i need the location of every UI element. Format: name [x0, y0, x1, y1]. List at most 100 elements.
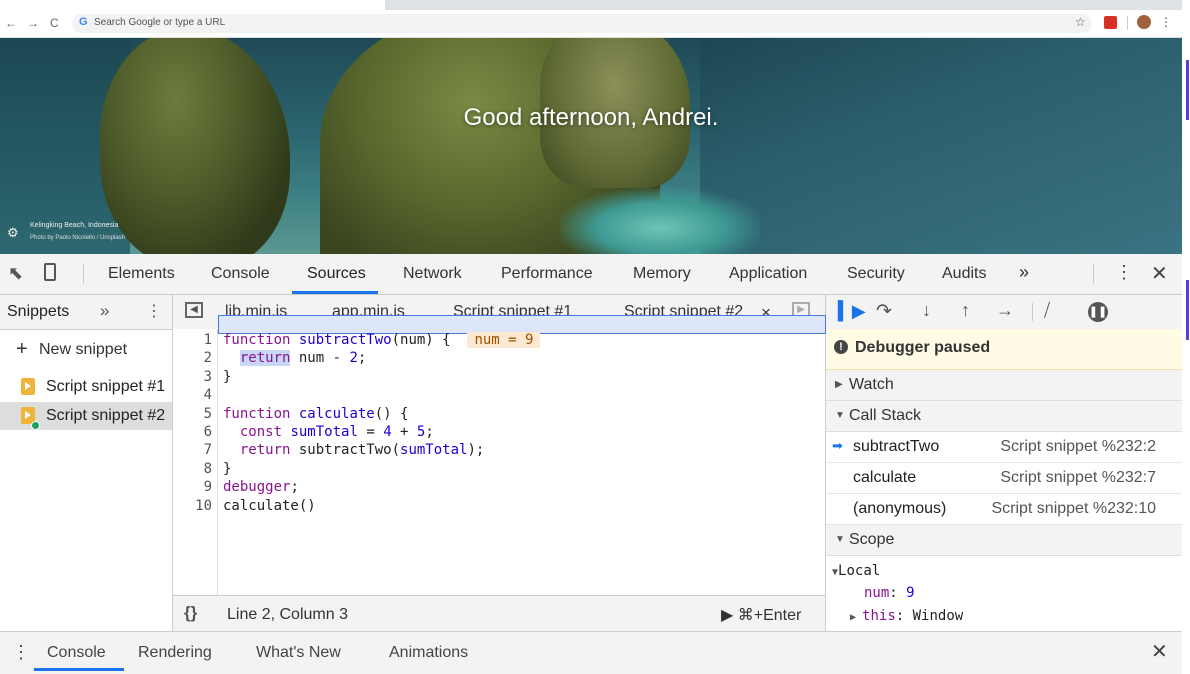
expand-triangle-icon: ▶ [850, 612, 863, 623]
scope-section-header[interactable]: ▼ Scope [826, 525, 1182, 556]
devtools-menu-icon[interactable]: ⋮ [1115, 262, 1133, 283]
extension-icon[interactable] [1104, 16, 1117, 29]
code-line: } [223, 461, 232, 477]
deactivate-breakpoints-icon[interactable]: ⧸ [1044, 300, 1050, 321]
new-snippet-button[interactable]: + New snippet [0, 338, 172, 362]
tab-elements[interactable]: Elements [108, 265, 175, 283]
new-tab-background: Good afternoon, Andrei. ⚙ Kelingking Bea… [0, 38, 1182, 254]
omnibox[interactable]: G Search Google or type a URL [72, 14, 1092, 33]
close-devtools-icon[interactable]: ✕ [1151, 261, 1168, 286]
plus-icon: + [16, 338, 28, 360]
bookmark-star-icon[interactable]: ☆ [1075, 15, 1086, 29]
line-number[interactable]: 10 [195, 498, 212, 514]
photo-credit[interactable]: Photo by Paolo Nicolello / Unsplash [30, 235, 125, 241]
collapse-triangle-icon: ▼ [835, 534, 845, 545]
line-number[interactable]: 8 [204, 461, 212, 477]
browser-menu-icon[interactable]: ⋮ [1160, 15, 1172, 29]
frame-function: subtractTwo [853, 438, 940, 455]
line-number[interactable]: 2 [204, 350, 212, 366]
tab-console[interactable]: Console [211, 265, 270, 283]
tab-audits[interactable]: Audits [942, 265, 986, 283]
line-number[interactable]: 1 [204, 332, 212, 348]
tab-network[interactable]: Network [403, 265, 462, 283]
line-number[interactable]: 9 [204, 479, 212, 495]
line-number[interactable]: 6 [204, 424, 212, 440]
tab-memory[interactable]: Memory [633, 265, 691, 283]
more-panes-icon[interactable]: » [100, 301, 109, 321]
toolbar-divider [1093, 264, 1094, 284]
call-frame[interactable]: (anonymous) Script snippet %232:10 [826, 494, 1182, 525]
scope-variable[interactable]: ▶ this: Window [850, 608, 963, 624]
toolbar-divider [83, 264, 84, 284]
code-area[interactable]: function subtractTwo(num) { num = 9 retu… [223, 329, 825, 595]
code-line: function calculate() { [223, 406, 409, 422]
tab-performance[interactable]: Performance [501, 265, 593, 283]
watch-section-header[interactable]: ▶ Watch [826, 370, 1182, 401]
inspect-element-icon[interactable]: ⬉ [8, 263, 23, 284]
profile-avatar[interactable] [1137, 15, 1151, 29]
google-icon: G [79, 16, 88, 28]
pretty-print-button[interactable]: {} [184, 603, 197, 623]
photo-location[interactable]: Kelingking Beach, Indonesia [30, 222, 118, 229]
snippet-item[interactable]: Script snippet #1 [0, 373, 172, 401]
gear-icon[interactable]: ⚙ [7, 225, 19, 241]
window-edge [1182, 0, 1190, 674]
call-frame[interactable]: ➡ subtractTwo Script snippet %232:2 [826, 432, 1182, 463]
frame-location[interactable]: Script snippet %232:7 [1000, 469, 1156, 487]
step-icon[interactable]: → [996, 300, 1014, 321]
sidebar-menu-icon[interactable]: ⋮ [146, 301, 162, 321]
step-into-icon[interactable]: ↓ [922, 300, 931, 321]
sidebar-header: Snippets » ⋮ [0, 295, 172, 330]
local-label: Local [838, 563, 881, 579]
device-toolbar-icon[interactable] [44, 263, 56, 281]
line-number[interactable]: 5 [204, 406, 212, 422]
devtools-panel: ⬉ Elements Console Sources Network Perfo… [0, 254, 1182, 674]
line-number[interactable]: 7 [204, 442, 212, 458]
collapse-triangle-icon: ▼ [835, 410, 845, 421]
step-over-icon[interactable]: ↷ [876, 300, 892, 323]
drawer-tab-console[interactable]: Console [47, 644, 106, 662]
toggle-navigator-icon[interactable]: ◀ [185, 302, 203, 318]
line-number[interactable]: 4 [204, 387, 212, 403]
snippet-item-selected[interactable]: Script snippet #2 [0, 402, 172, 430]
browser-toolbar: ← → C G Search Google or type a URL ☆ ⋮ [0, 10, 1182, 38]
run-shortcut: ⌘+Enter [737, 607, 802, 624]
sidebar-title[interactable]: Snippets [7, 303, 69, 321]
frame-location[interactable]: Script snippet %232:2 [1000, 438, 1156, 456]
expand-triangle-icon: ▶ [835, 379, 843, 390]
call-stack-label: Call Stack [849, 407, 922, 424]
line-number[interactable]: 3 [204, 369, 212, 385]
drawer-menu-icon[interactable]: ⋮ [12, 642, 30, 663]
snippet-label: Script snippet #1 [46, 378, 166, 395]
omnibox-placeholder: Search Google or type a URL [94, 17, 226, 28]
tab-security[interactable]: Security [847, 265, 905, 283]
drawer-tab-rendering[interactable]: Rendering [138, 644, 212, 662]
active-drawer-tab-indicator [34, 668, 124, 671]
editor-status-bar: {} Line 2, Column 3 ▶ ⌘+Enter [173, 595, 825, 632]
code-line: calculate() [223, 498, 316, 514]
pause-on-exceptions-icon[interactable]: ❚❚ [1088, 302, 1108, 322]
tab-sources[interactable]: Sources [307, 265, 366, 283]
tab-application[interactable]: Application [729, 265, 807, 283]
code-line: debugger; [223, 479, 299, 495]
drawer-tab-animations[interactable]: Animations [389, 644, 468, 662]
scope-variable[interactable]: num: 9 [864, 585, 915, 601]
run-snippet-button[interactable]: ▶ ⌘+Enter [721, 605, 801, 625]
greeting-text: Good afternoon, Andrei. [463, 104, 719, 131]
running-indicator-icon [31, 421, 40, 430]
background-surf [560, 188, 760, 254]
forward-icon[interactable]: → [27, 16, 39, 30]
step-out-icon[interactable]: ↑ [961, 300, 970, 321]
back-icon[interactable]: ← [5, 16, 17, 30]
reload-icon[interactable]: C [50, 16, 59, 30]
variable-value: Window [912, 608, 964, 624]
close-drawer-icon[interactable]: ✕ [1151, 639, 1168, 664]
drawer-tab-whats-new[interactable]: What's New [256, 644, 341, 662]
call-stack-section-header[interactable]: ▼ Call Stack [826, 401, 1182, 432]
scope-local-header[interactable]: ▼Local [832, 563, 880, 579]
more-tabs-icon[interactable]: » [1019, 262, 1029, 283]
call-frame[interactable]: calculate Script snippet %232:7 [826, 463, 1182, 494]
resume-icon[interactable]: ▍▶ [838, 301, 866, 322]
frame-location[interactable]: Script snippet %232:10 [991, 500, 1156, 518]
browser-tab[interactable] [0, 0, 385, 10]
